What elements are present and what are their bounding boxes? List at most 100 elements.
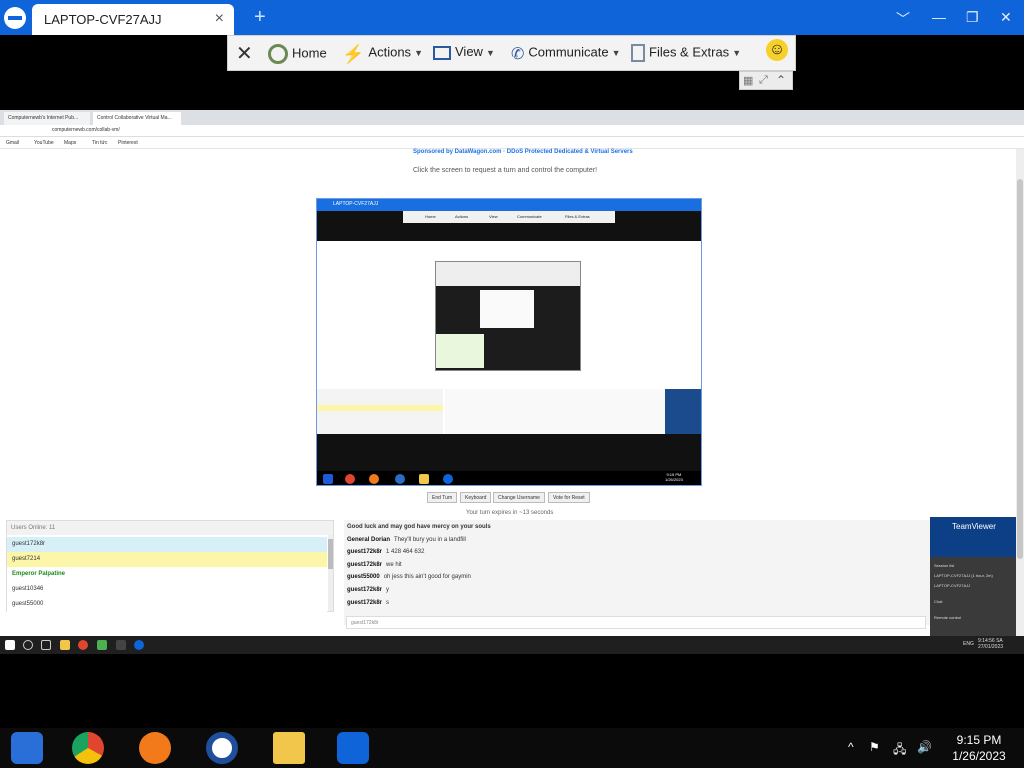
files-extras-menu[interactable]: Files & Extras ▼ xyxy=(631,44,741,62)
vm-tb-home: Home xyxy=(425,214,436,219)
page-scrollbar-thumb[interactable] xyxy=(1017,179,1023,559)
session-tab[interactable]: LAPTOP-CVF27AJJ × xyxy=(32,4,234,35)
minimize-button[interactable]: — xyxy=(932,9,946,25)
view-menu[interactable]: View ▼ xyxy=(433,44,495,60)
vote-reset-button[interactable]: Vote for Reset xyxy=(548,492,590,503)
remote-desktop[interactable]: Computernewb's Internet Pub... Control C… xyxy=(0,110,1024,636)
user-row[interactable]: guest55000 xyxy=(7,597,327,612)
panel-row[interactable]: LAPTOP-CVF27AJJ (1 hour, 2m) xyxy=(934,573,993,578)
browser-tab[interactable]: Computernewb's Internet Pub... xyxy=(4,112,90,125)
home-label: Home xyxy=(292,45,327,61)
caret-down-icon: ▼ xyxy=(414,48,423,59)
panel-row[interactable]: Remote control xyxy=(934,615,961,620)
communicate-menu[interactable]: ✆ Communicate ▼ xyxy=(511,44,621,63)
screen: LAPTOP-CVF27AJJ × + ﹀ — ❐ ✕ ✕ Home ⚡ Acti… xyxy=(0,0,1024,768)
windows-start-icon[interactable] xyxy=(5,640,15,650)
grid-icon[interactable]: ▦ xyxy=(743,74,753,87)
change-username-button[interactable]: Change Username xyxy=(493,492,545,503)
teamviewer-icon[interactable] xyxy=(134,640,144,650)
teamviewer-icon[interactable] xyxy=(337,732,369,764)
chat-input[interactable]: guest172k8r xyxy=(346,616,926,629)
file-icon xyxy=(631,44,645,62)
vm-chat-preview xyxy=(445,389,665,434)
panel-row[interactable]: LAPTOP-CVF27AJJ xyxy=(934,583,970,588)
chrome-icon[interactable] xyxy=(78,640,88,650)
show-hidden-icons[interactable]: ^ xyxy=(848,740,854,754)
users-scrollbar-thumb[interactable] xyxy=(328,539,333,569)
bookmark-item[interactable]: Gmail xyxy=(6,140,19,146)
bookmark-item[interactable]: Maps xyxy=(64,140,76,146)
chat-message: guest172k8r y xyxy=(347,587,389,593)
teamviewer-panel-header: TeamViewer xyxy=(930,517,1024,557)
chat-username: guest55000 xyxy=(347,574,380,581)
vm-clock: 9:15 PM 1/26/2023 xyxy=(665,472,683,482)
chat-panel: Good luck and may god have mercy on your… xyxy=(344,520,930,629)
files-extras-label: Files & Extras xyxy=(649,44,730,60)
chevron-down-icon[interactable]: ﹀ xyxy=(896,9,910,29)
user-row[interactable]: guest172k8r xyxy=(7,537,327,552)
chat-text: oh jess this ain't good for gaymin xyxy=(383,574,471,581)
collabvm-page: Sponsored by DataWagon.com · DDoS Protec… xyxy=(0,149,1016,636)
chat-message: General Dorian They'll bury you in a land… xyxy=(347,537,466,543)
folder-icon[interactable] xyxy=(60,640,70,650)
firefox-icon[interactable] xyxy=(139,732,171,764)
address-text: computernewb.com/collab-vm/ xyxy=(52,127,120,133)
local-clock[interactable]: 9:15 PM 1/26/2023 xyxy=(944,732,1014,764)
panel-row[interactable]: Session list xyxy=(934,563,954,568)
user-row[interactable]: guest10346 xyxy=(7,582,327,597)
vm-tb-communicate: Communicate xyxy=(517,214,542,219)
click-instructions: Click the screen to request a turn and c… xyxy=(413,167,598,174)
browser-tab-strip: Computernewb's Internet Pub... Control C… xyxy=(0,110,1024,125)
chat-username: guest172k8r xyxy=(347,587,383,593)
panel-row[interactable]: Chat xyxy=(934,599,942,604)
home-button[interactable]: Home xyxy=(268,44,327,64)
local-clock-date: 1/26/2023 xyxy=(952,749,1006,763)
browser-address-bar[interactable]: computernewb.com/collab-vm/ xyxy=(0,125,1024,137)
chat-username: General Dorian xyxy=(347,536,391,543)
close-tab-icon[interactable]: × xyxy=(215,10,224,28)
teamviewer-titlebar: LAPTOP-CVF27AJJ × + ﹀ — ❐ ✕ xyxy=(0,0,1024,35)
task-view-icon[interactable] xyxy=(41,640,51,650)
vm-screen-page xyxy=(317,241,701,434)
sponsor-text[interactable]: Sponsored by DataWagon.com · DDoS Protec… xyxy=(413,149,633,155)
view-label: View xyxy=(455,44,483,59)
end-turn-button[interactable]: End Turn xyxy=(427,492,458,503)
vm-userlist-highlight xyxy=(317,405,443,411)
chat-message: Good luck and may god have mercy on your… xyxy=(347,524,491,530)
fullscreen-icon[interactable]: ⤢ xyxy=(759,74,768,87)
app-launcher-icon[interactable] xyxy=(11,732,43,764)
close-session-button[interactable]: ✕ xyxy=(236,41,253,66)
app-icon[interactable] xyxy=(116,640,126,650)
keyboard-button[interactable]: Keyboard xyxy=(460,492,492,503)
volume-icon[interactable]: 🔊 xyxy=(917,740,932,754)
chrome-icon[interactable] xyxy=(72,732,104,764)
flag-icon[interactable]: ⚑ xyxy=(869,740,880,754)
bookmark-item[interactable]: Tin tức xyxy=(92,140,107,146)
new-tab-button[interactable]: + xyxy=(254,6,266,29)
remote-toolbar: ✕ Home ⚡ Actions ▼ View ▼ ✆ Communicate ▼ Fil… xyxy=(227,35,796,71)
caret-down-icon: ▼ xyxy=(611,48,621,59)
user-row[interactable]: Emperor Palpatine xyxy=(7,567,327,582)
users-scrollbar[interactable] xyxy=(328,535,333,611)
folder-icon[interactable] xyxy=(273,732,305,764)
search-icon[interactable] xyxy=(23,640,33,650)
vm-screen-titlebar: LAPTOP-CVF27AJJ xyxy=(317,199,701,211)
browser-tab-active[interactable]: Control Collaborative Virtual Ma... xyxy=(93,112,181,125)
actions-menu[interactable]: ⚡ Actions ▼ xyxy=(342,44,423,64)
vm-screen[interactable]: LAPTOP-CVF27AJJ Home Actions View Commun… xyxy=(316,198,702,486)
user-row[interactable]: guest7214 xyxy=(7,552,327,567)
chevron-up-icon[interactable]: ⌃ xyxy=(776,73,786,87)
bookmark-item[interactable]: Pinterest xyxy=(118,140,138,146)
bookmarks-bar: Gmail YouTube Maps Tin tức Pinterest xyxy=(0,137,1024,149)
app-icon[interactable] xyxy=(206,732,238,764)
close-window-button[interactable]: ✕ xyxy=(1000,9,1012,26)
chat-text: They'll bury you in a landfill xyxy=(394,536,466,543)
smiley-icon[interactable]: ☺ xyxy=(766,39,788,61)
toolbar-sub-controls: ▦ ⤢ ⌃ xyxy=(739,71,793,90)
app-icon[interactable] xyxy=(97,640,107,650)
network-icon[interactable]: 🖧 xyxy=(893,740,906,761)
maximize-button[interactable]: ❐ xyxy=(966,9,979,26)
language-indicator[interactable]: ENG xyxy=(963,641,974,647)
bookmark-item[interactable]: YouTube xyxy=(34,140,54,146)
page-scrollbar[interactable] xyxy=(1016,149,1024,636)
